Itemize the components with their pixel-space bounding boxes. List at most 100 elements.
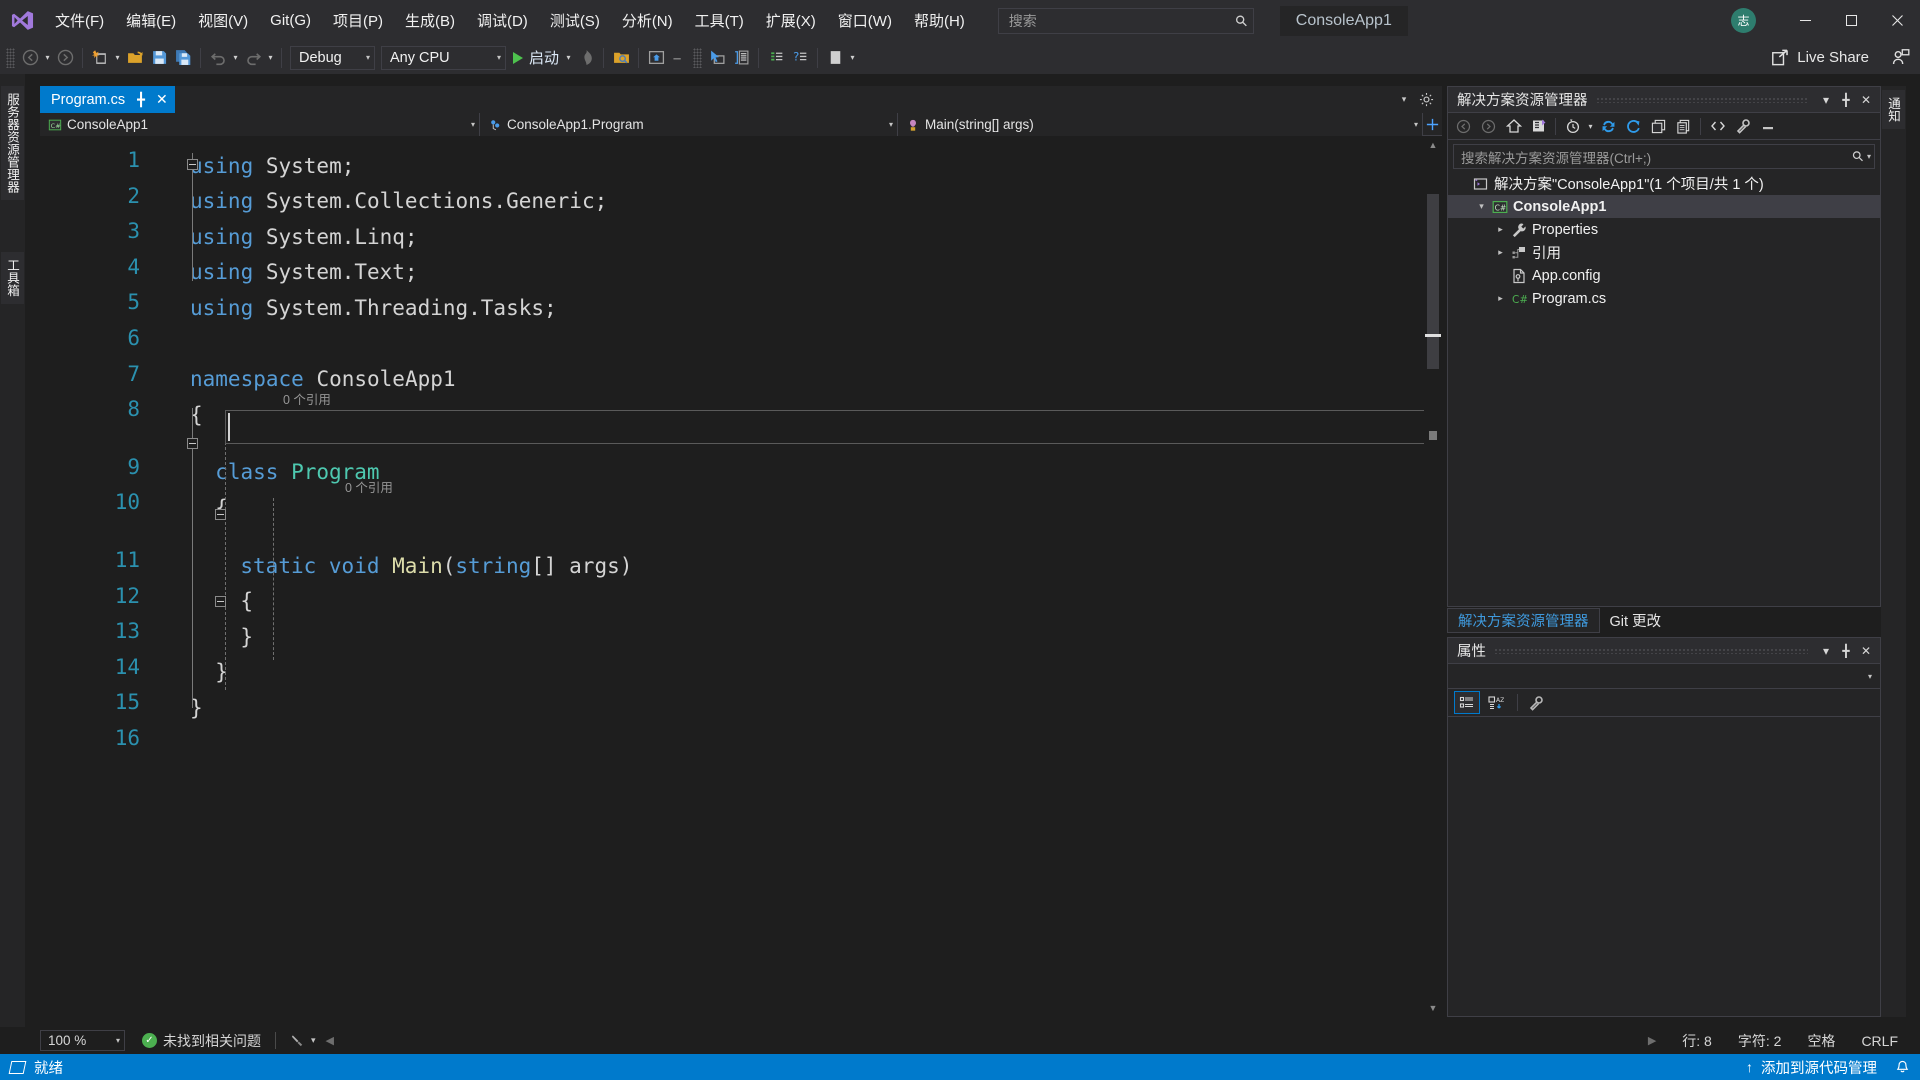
menu-analyze[interactable]: 分析(N) <box>611 0 684 41</box>
menu-debug[interactable]: 调试(D) <box>466 0 539 41</box>
code-line[interactable]: 9 class Program <box>40 455 1442 490</box>
close-button[interactable] <box>1874 0 1920 41</box>
code-line[interactable]: 15} <box>40 690 1442 725</box>
refresh-icon[interactable] <box>1621 115 1646 138</box>
filter-icon[interactable] <box>290 1033 305 1048</box>
dock-tab-solution-explorer[interactable]: 解决方案资源管理器 <box>1447 608 1600 633</box>
code-line[interactable]: 7 namespace ConsoleApp1 <box>40 362 1442 397</box>
live-visual-tree-icon[interactable] <box>644 46 668 70</box>
show-all-files-icon[interactable] <box>1671 115 1696 138</box>
menu-edit[interactable]: 编辑(E) <box>115 0 187 41</box>
solution-configuration-combo[interactable]: Debug ▾ <box>290 45 375 70</box>
horizontal-scroll-left-arrow[interactable]: ◀ <box>326 1034 334 1047</box>
sync-icon[interactable] <box>1596 115 1621 138</box>
close-icon[interactable]: ✕ <box>156 91 168 108</box>
menu-test[interactable]: 测试(S) <box>539 0 611 41</box>
expander-icon[interactable]: ▾ <box>1473 201 1490 212</box>
pin-icon[interactable]: ╋ <box>1836 89 1856 111</box>
toolbar-grip[interactable] <box>693 47 703 68</box>
fold-toggle-method[interactable] <box>215 596 226 607</box>
menu-file[interactable]: 文件(F) <box>44 0 115 41</box>
close-icon[interactable]: ✕ <box>1856 640 1876 662</box>
breadcrumb-member[interactable]: Main(string[] args) ▾ <box>898 113 1423 136</box>
select-element-icon[interactable] <box>705 46 729 70</box>
avatar[interactable]: 志 <box>1731 8 1756 33</box>
toolbar-grip[interactable] <box>6 47 15 68</box>
hot-reload-icon[interactable] <box>574 46 598 70</box>
categorized-icon[interactable] <box>1454 691 1480 714</box>
tree-item-consoleapp1[interactable]: ▾ C# ConsoleApp1 <box>1448 195 1880 218</box>
chevron-down-icon[interactable]: ▾ <box>1816 89 1836 111</box>
codelens-reference-count[interactable]: 0 个引用 <box>283 389 331 408</box>
code-line[interactable]: 3 using System.Linq; <box>40 219 1442 254</box>
split-view-icon[interactable] <box>1423 113 1442 135</box>
solution-platform-combo[interactable]: Any CPU ▾ <box>381 45 506 70</box>
view-code-icon[interactable] <box>1705 115 1730 138</box>
maximize-button[interactable] <box>1828 0 1874 41</box>
save-icon[interactable] <box>147 46 171 70</box>
pending-changes-dropdown[interactable]: ▾ <box>1585 122 1596 131</box>
new-project-dropdown[interactable]: ▾ <box>112 53 123 62</box>
preview-icon[interactable] <box>1755 115 1780 138</box>
redo-dropdown[interactable]: ▾ <box>265 53 276 62</box>
start-debug-dropdown[interactable]: ▾ <box>563 53 574 62</box>
undo-dropdown[interactable]: ▾ <box>230 53 241 62</box>
breadcrumb-type[interactable]: ConsoleApp1.Program ▾ <box>480 113 898 136</box>
chevron-down-icon[interactable]: ▾ <box>875 120 893 129</box>
properties-object-selector[interactable]: ▾ <box>1448 664 1880 689</box>
gear-icon[interactable] <box>1415 89 1437 111</box>
menu-git[interactable]: Git(G) <box>259 0 322 41</box>
issue-status[interactable]: ✓ 未找到相关问题 <box>142 1031 261 1051</box>
save-all-icon[interactable] <box>171 46 195 70</box>
home-icon[interactable] <box>1501 115 1526 138</box>
source-control-label[interactable]: 添加到源代码管理 <box>1761 1057 1877 1078</box>
quick-info-icon[interactable]: ? <box>788 46 812 70</box>
notification-bell-icon[interactable] <box>1895 1060 1910 1075</box>
minimize-button[interactable] <box>1782 0 1828 41</box>
properties-icon[interactable] <box>1730 115 1755 138</box>
fold-toggle-namespace[interactable] <box>187 438 198 449</box>
open-file-icon[interactable] <box>123 46 147 70</box>
breadcrumb-project[interactable]: C# ConsoleApp1 ▾ <box>40 113 480 136</box>
blank-icon[interactable] <box>823 46 847 70</box>
menu-help[interactable]: 帮助(H) <box>903 0 976 41</box>
pending-changes-icon[interactable] <box>1560 115 1585 138</box>
redo-icon[interactable] <box>241 46 265 70</box>
panel-drag-dots[interactable] <box>1494 647 1808 654</box>
code-line[interactable]: 12 { <box>40 584 1442 619</box>
menu-tools[interactable]: 工具(T) <box>684 0 755 41</box>
panel-drag-dots[interactable] <box>1595 96 1808 103</box>
menu-window[interactable]: 窗口(W) <box>827 0 903 41</box>
navigate-forward-icon[interactable] <box>53 46 77 70</box>
eol-indicator[interactable]: CRLF <box>1861 1033 1898 1049</box>
code-line[interactable]: 14} <box>40 655 1442 690</box>
navigate-back-icon[interactable] <box>18 46 42 70</box>
switch-views-icon[interactable] <box>1526 115 1551 138</box>
tree-item-properties[interactable]: ▸ Properties <box>1448 218 1880 241</box>
tree-item--consoleapp1-1-1-[interactable]: 解决方案"ConsoleApp1"(1 个项目/共 1 个) <box>1448 172 1880 195</box>
chevron-down-icon[interactable]: ▾ <box>311 1035 316 1046</box>
preview-selected-items-icon[interactable] <box>609 46 633 70</box>
navigate-back-dropdown[interactable]: ▾ <box>42 53 53 62</box>
new-project-icon[interactable] <box>88 46 112 70</box>
expander-icon[interactable]: ▸ <box>1492 247 1509 258</box>
pin-icon[interactable]: ╋ <box>137 92 145 108</box>
code-line[interactable]: 10{ <box>40 490 1442 525</box>
horizontal-scroll-right-arrow[interactable]: ▶ <box>1648 1034 1656 1047</box>
expander-icon[interactable]: ▸ <box>1492 293 1509 304</box>
pin-icon[interactable]: ╋ <box>1836 640 1856 662</box>
chevron-down-icon[interactable]: ▾ <box>457 120 475 129</box>
fold-toggle-using[interactable] <box>187 159 198 170</box>
zoom-level-combo[interactable]: 100 % ▾ <box>40 1030 125 1051</box>
live-share-button[interactable]: Live Share <box>1771 48 1920 67</box>
start-debug-button[interactable]: 启动 <box>509 46 563 70</box>
send-feedback-icon[interactable] <box>1891 48 1910 67</box>
scroll-up-icon[interactable]: ▲ <box>1424 136 1442 154</box>
tree-item-app.config[interactable]: App.config <box>1448 264 1880 287</box>
editor-vertical-scrollbar[interactable]: ▲ ▼ <box>1424 136 1442 1017</box>
chevron-down-icon[interactable]: ▾ <box>1393 89 1415 111</box>
forward-icon[interactable] <box>1476 115 1501 138</box>
vtab-server-explorer[interactable]: 服务器资源管理器 <box>1 86 24 200</box>
xaml-designer-icon[interactable] <box>729 46 753 70</box>
fold-toggle-class[interactable] <box>215 509 226 520</box>
